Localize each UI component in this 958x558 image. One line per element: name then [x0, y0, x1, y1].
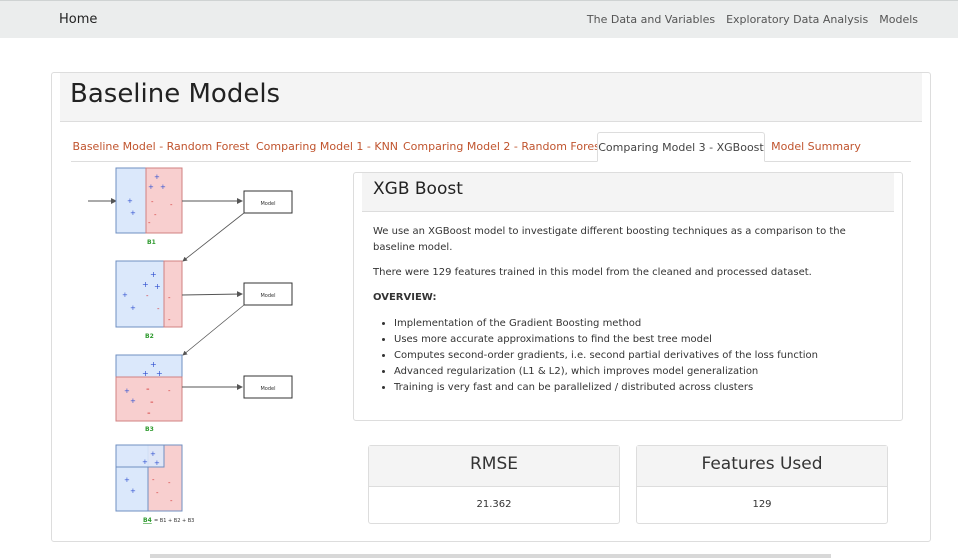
- top-navbar: Home The Data and Variables Exploratory …: [0, 0, 958, 38]
- tab-knn[interactable]: Comparing Model 1 - KNN: [256, 132, 398, 161]
- tab-random-forest-2[interactable]: Comparing Model 2 - Random Forest: [403, 132, 604, 161]
- nav-link-models[interactable]: Models: [879, 13, 918, 26]
- label-b4-formula: = B1 + B2 + B3: [154, 518, 194, 524]
- rmse-value: 21.362: [476, 499, 512, 510]
- tree-panel-b3: + + + + + - - - -: [115, 354, 183, 422]
- svg-text:+: +: [127, 197, 133, 205]
- svg-text:+: +: [154, 173, 160, 181]
- svg-text:-: -: [147, 408, 151, 419]
- svg-text:+: +: [150, 450, 156, 458]
- label-b2: B2: [145, 333, 154, 340]
- features-used-card: Features Used 129: [636, 445, 888, 524]
- label-b3: B3: [145, 426, 154, 433]
- model-tabs: Baseline Model - Random Forest Comparing…: [71, 132, 911, 162]
- label-b1: B1: [147, 239, 156, 246]
- svg-text:+: +: [130, 397, 136, 405]
- tree-panel-b1: + + + + + - - - -: [115, 167, 183, 234]
- svg-text:+: +: [154, 282, 161, 291]
- svg-text:+: +: [130, 304, 136, 312]
- svg-text:-: -: [146, 384, 150, 395]
- overview-list: Implementation of the Gradient Boosting …: [373, 316, 883, 396]
- svg-text:+: +: [130, 487, 136, 495]
- model-box-2-label: Model: [260, 293, 275, 299]
- tab-baseline-random-forest[interactable]: Baseline Model - Random Forest: [71, 132, 251, 161]
- features-used-label: Features Used: [637, 446, 887, 487]
- tree-panel-b2: + + + + + - - - -: [115, 260, 183, 328]
- svg-text:+: +: [142, 458, 148, 466]
- svg-text:-: -: [150, 397, 154, 408]
- label-b4: B4: [143, 517, 152, 524]
- tree-panel-b4: + + + + + - - - -: [115, 444, 183, 512]
- svg-text:+: +: [160, 183, 166, 191]
- svg-text:+: +: [148, 183, 154, 191]
- svg-text:+: +: [150, 360, 157, 369]
- tab-model-summary[interactable]: Model Summary: [771, 132, 861, 161]
- svg-text:+: +: [154, 459, 160, 467]
- svg-text:+: +: [130, 209, 136, 217]
- model-box-3-label: Model: [260, 386, 275, 392]
- svg-text:+: +: [122, 291, 128, 299]
- info-body: We use an XGBoost model to investigate d…: [373, 224, 883, 396]
- features-used-value: 129: [752, 499, 772, 510]
- svg-text:+: +: [124, 387, 130, 395]
- home-link[interactable]: Home: [59, 12, 97, 27]
- nav-links: The Data and Variables Exploratory Data …: [587, 13, 918, 26]
- svg-text:+: +: [150, 270, 157, 279]
- model-box-1-label: Model: [260, 201, 275, 207]
- rmse-card: RMSE 21.362: [368, 445, 620, 524]
- boosting-diagram: + + + + + - - - - B1 Model + + + + + - -…: [88, 167, 293, 524]
- svg-text:+: +: [124, 476, 130, 484]
- svg-text:+: +: [156, 369, 163, 378]
- list-item: Training is very fast and can be paralle…: [394, 380, 883, 396]
- list-item: Implementation of the Gradient Boosting …: [394, 316, 883, 332]
- features-text: There were 129 features trained in this …: [373, 267, 812, 278]
- card-header: Baseline Models: [60, 73, 922, 122]
- list-item: Uses more accurate approximations to fin…: [394, 332, 883, 348]
- svg-text:+: +: [142, 369, 149, 378]
- list-item: Advanced regularization (L1 & L2), which…: [394, 364, 883, 380]
- info-title: XGB Boost: [373, 179, 463, 199]
- overview-label: OVERVIEW:: [373, 292, 437, 303]
- tab-xgboost[interactable]: Comparing Model 3 - XGBoost: [597, 132, 765, 162]
- intro-text: We use an XGBoost model to investigate d…: [373, 226, 846, 253]
- info-card-header: XGB Boost: [362, 173, 894, 212]
- rmse-label: RMSE: [369, 446, 619, 487]
- nav-link-data-variables[interactable]: The Data and Variables: [587, 13, 715, 26]
- list-item: Computes second-order gradients, i.e. se…: [394, 348, 883, 364]
- nav-link-eda[interactable]: Exploratory Data Analysis: [726, 13, 868, 26]
- page-title: Baseline Models: [70, 79, 281, 109]
- horizontal-scrollbar[interactable]: [150, 554, 831, 558]
- svg-text:+: +: [142, 280, 149, 289]
